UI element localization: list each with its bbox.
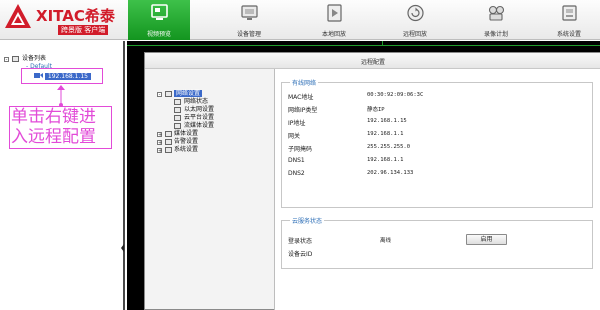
nav-label: 本地回放: [321, 31, 346, 38]
nav-record-schedule[interactable]: 录像计划: [465, 0, 527, 40]
tree-expand-toggle[interactable]: +: [157, 132, 162, 138]
subnet-mask-value: 255.255.255.0: [367, 144, 411, 150]
page-icon: [174, 123, 181, 129]
nav-label: 远程回放: [402, 31, 427, 38]
device-list-icon: [12, 56, 19, 62]
group-title: 有线网络: [290, 78, 319, 87]
folder-icon: [165, 147, 172, 153]
tree-system-settings[interactable]: 系统设置: [174, 146, 198, 154]
tree-root-label[interactable]: 设备列表: [22, 55, 46, 63]
dns2-value: 202.96.134.133: [367, 170, 414, 176]
nav-video-preview[interactable]: 视频预览: [128, 0, 190, 40]
tree-cloud-settings[interactable]: 云平台设置: [184, 114, 214, 122]
top-toolbar: XITAC希泰 跨景版 客户端 视频预览 设备管理 本地回放 远程回放 录像计划…: [0, 0, 600, 40]
tree-collapse-toggle[interactable]: -: [4, 57, 9, 63]
device-cloud-id-label: 设备云ID: [288, 251, 313, 258]
dns1-label: DNS1: [288, 157, 305, 164]
folder-icon: [165, 91, 172, 97]
config-tree: - 网络设置 网络状态 以太网设置 云平台设置 流媒体设置 + 媒体设置 + 告…: [157, 90, 275, 308]
selection-highlight-box: [21, 68, 103, 84]
dns2-label: DNS2: [288, 170, 305, 177]
nav-label: 录像计划: [483, 31, 508, 38]
callout-arrow-icon: [57, 85, 65, 107]
tree-network-settings[interactable]: 网络设置: [174, 90, 203, 98]
xitac-logo-icon: [5, 4, 31, 28]
device-list-panel: - 设备列表 - Default 192.168.1.15 单击右键进入远程配置: [0, 41, 125, 310]
local-playback-icon: [327, 4, 342, 22]
monitor-preview-icon: [151, 4, 168, 20]
nav-remote-playback[interactable]: 远程回放: [384, 0, 446, 40]
nav-system-settings[interactable]: 系统设置: [538, 0, 600, 40]
tree-expand-toggle[interactable]: +: [157, 148, 162, 154]
ip-type-value: 静态IP: [367, 107, 385, 113]
config-detail-pane: 有线网络 MAC地址 00:30:92:09:06:3C 网络IP类型 静态IP…: [275, 69, 600, 310]
dialog-title: 远程配置: [360, 59, 385, 66]
tree-expand-toggle[interactable]: +: [157, 140, 162, 146]
dns1-value: 192.168.1.1: [367, 157, 404, 163]
page-icon: [174, 107, 181, 113]
ip-type-label: 网络IP类型: [288, 107, 318, 114]
mac-value: 00:30:92:09:06:3C: [367, 92, 424, 98]
folder-icon: [165, 131, 172, 137]
tree-collapse-toggle[interactable]: -: [157, 92, 162, 98]
splitter-arrow-icon[interactable]: [120, 241, 125, 255]
system-settings-icon: [562, 5, 577, 21]
enable-button[interactable]: 启用: [466, 234, 507, 245]
annotation-callout-text: 单击右键进入远程配置: [11, 107, 96, 147]
dialog-titlebar[interactable]: 远程配置: [145, 53, 600, 69]
group-title: 云服务状态: [290, 216, 325, 225]
nav-device-manage[interactable]: 设备管理: [218, 0, 280, 40]
grid-line: [127, 45, 600, 46]
login-status-value: 离线: [380, 238, 392, 244]
wired-network-group: 有线网络 MAC地址 00:30:92:09:06:3C 网络IP类型 静态IP…: [281, 78, 593, 208]
tree-stream-settings[interactable]: 流媒体设置: [184, 122, 214, 130]
tree-alarm-settings[interactable]: 告警设置: [174, 138, 198, 146]
page-icon: [174, 99, 181, 105]
brand-subtitle: 跨景版 客户端: [58, 25, 109, 35]
nav-label: 设备管理: [236, 31, 261, 38]
nav-label: 系统设置: [556, 31, 581, 38]
subnet-mask-label: 子网掩码: [288, 146, 313, 153]
brand-name: XITAC希泰: [36, 7, 115, 25]
ip-address-value: 192.168.1.15: [367, 118, 407, 124]
nav-label: 视频预览: [146, 31, 171, 38]
record-schedule-icon: [488, 5, 505, 21]
page-icon: [174, 115, 181, 121]
tree-media-settings[interactable]: 媒体设置: [174, 130, 198, 138]
ip-address-label: IP地址: [288, 120, 306, 127]
device-manage-icon: [241, 5, 258, 20]
brand-logo: XITAC希泰 跨景版 客户端: [2, 2, 120, 38]
nav-local-playback[interactable]: 本地回放: [303, 0, 365, 40]
tree-network-status[interactable]: 网络状态: [184, 98, 208, 106]
gateway-value: 192.168.1.1: [367, 131, 404, 137]
tree-ethernet-settings[interactable]: 以太网设置: [184, 106, 214, 114]
folder-icon: [165, 139, 172, 145]
remote-playback-icon: [407, 4, 424, 22]
gateway-label: 网关: [288, 133, 301, 140]
mac-label: MAC地址: [288, 94, 314, 101]
cloud-status-group: 云服务状态 登录状态 离线 启用 设备云ID: [281, 216, 593, 269]
login-status-label: 登录状态: [288, 238, 313, 245]
grid-line: [382, 41, 383, 45]
